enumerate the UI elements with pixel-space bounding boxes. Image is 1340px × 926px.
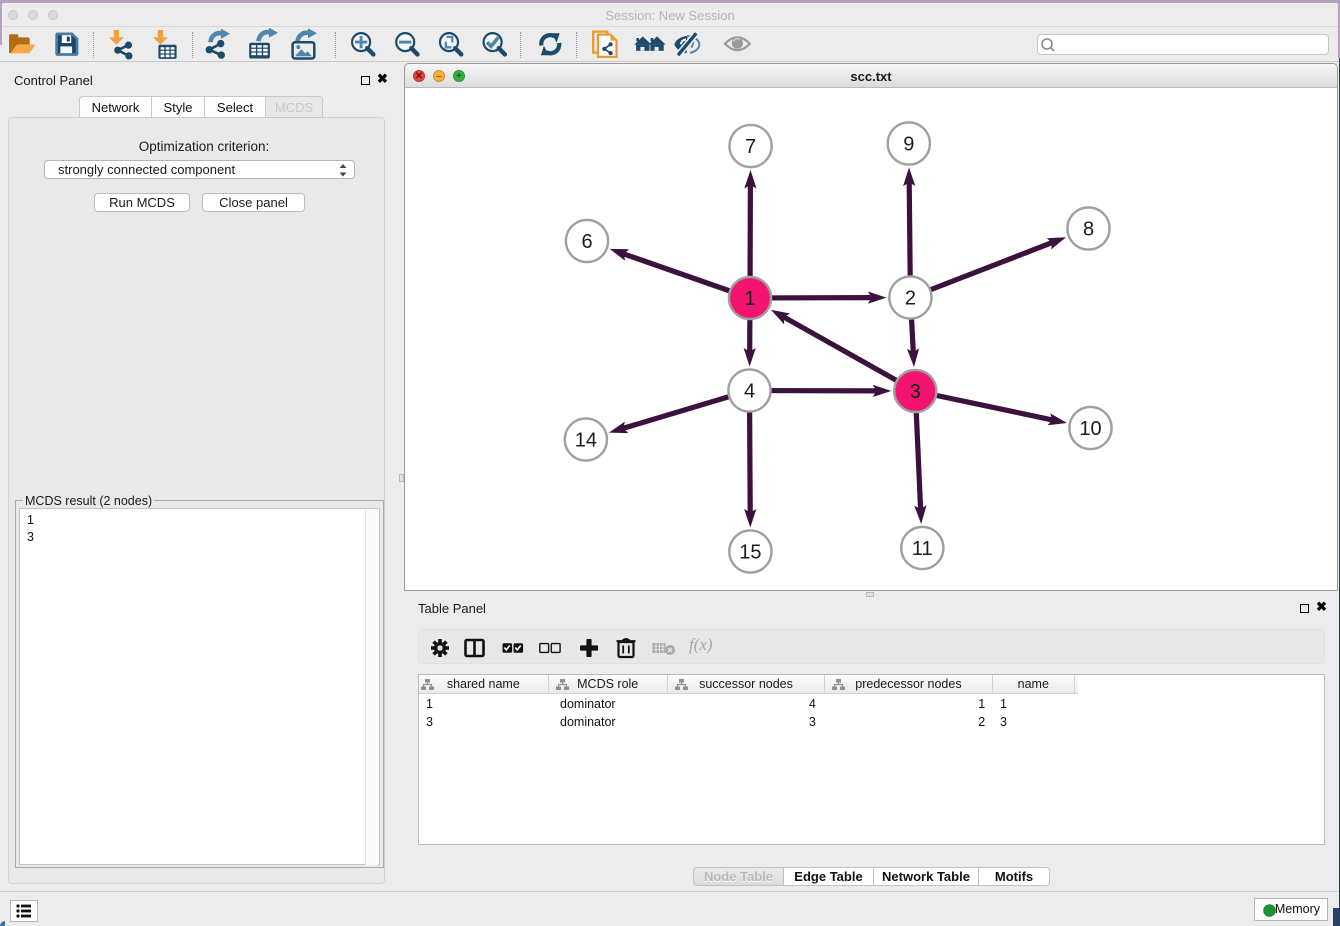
- svg-text:2: 2: [905, 288, 916, 310]
- svg-text:8: 8: [1083, 219, 1094, 241]
- svg-text:11: 11: [912, 538, 933, 560]
- svg-text:14: 14: [575, 430, 597, 452]
- svg-text:7: 7: [745, 136, 756, 158]
- svg-text:3: 3: [910, 381, 921, 403]
- svg-text:9: 9: [903, 134, 914, 156]
- svg-text:1: 1: [744, 288, 755, 310]
- svg-text:4: 4: [744, 381, 755, 403]
- svg-text:10: 10: [1079, 418, 1101, 440]
- svg-text:6: 6: [581, 231, 592, 253]
- svg-text:15: 15: [739, 542, 761, 564]
